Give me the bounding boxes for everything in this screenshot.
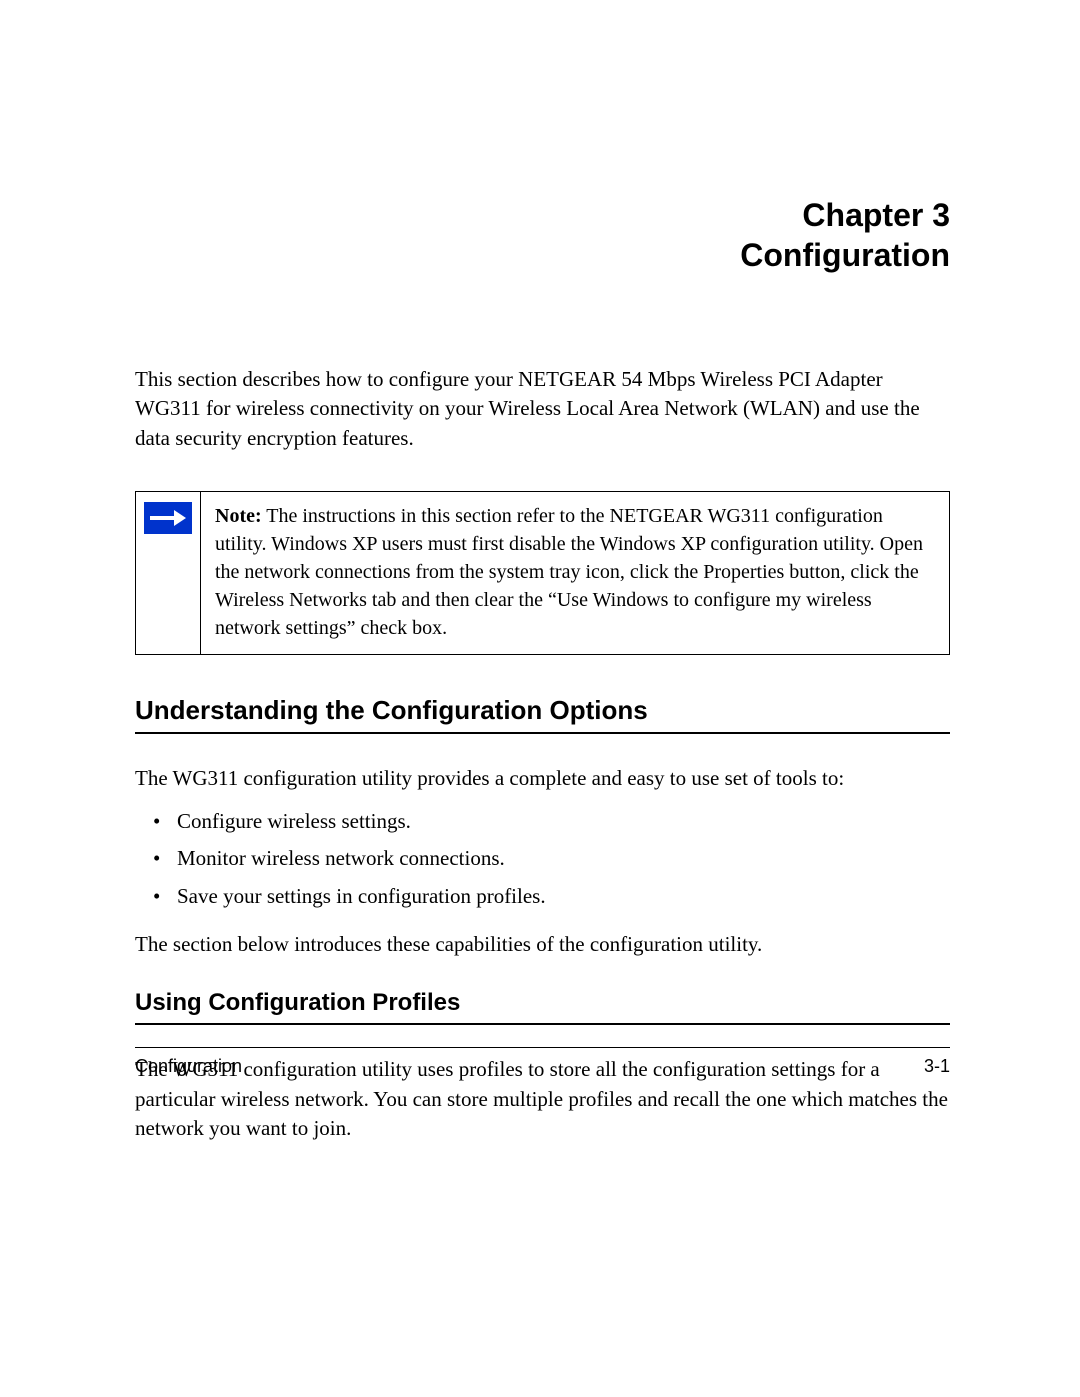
note-callout: Note: The instructions in this section r… bbox=[135, 491, 950, 655]
footer-title: Configuration bbox=[135, 1056, 242, 1077]
section1-outro: The section below introduces these capab… bbox=[135, 930, 950, 959]
arrow-right-icon bbox=[144, 502, 192, 534]
list-item: Monitor wireless network connections. bbox=[135, 843, 950, 875]
chapter-number: Chapter 3 bbox=[135, 195, 950, 235]
chapter-name: Configuration bbox=[135, 235, 950, 275]
list-item: Configure wireless settings. bbox=[135, 806, 950, 838]
note-icon-cell bbox=[136, 492, 201, 654]
footer-page-number: 3-1 bbox=[924, 1056, 950, 1077]
page-footer: Configuration 3-1 bbox=[135, 1047, 950, 1077]
note-text: Note: The instructions in this section r… bbox=[201, 492, 949, 654]
document-page: Chapter 3 Configuration This section des… bbox=[0, 0, 1080, 1144]
list-item: Save your settings in configuration prof… bbox=[135, 881, 950, 913]
chapter-title: Chapter 3 Configuration bbox=[135, 195, 950, 275]
bullet-list: Configure wireless settings. Monitor wir… bbox=[135, 806, 950, 913]
section-heading-profiles: Using Configuration Profiles bbox=[135, 989, 950, 1025]
section-heading-understanding: Understanding the Configuration Options bbox=[135, 695, 950, 734]
section1-intro: The WG311 configuration utility provides… bbox=[135, 764, 950, 793]
intro-paragraph: This section describes how to configure … bbox=[135, 365, 950, 453]
note-body: The instructions in this section refer t… bbox=[215, 505, 923, 639]
note-label: Note: bbox=[215, 505, 262, 527]
